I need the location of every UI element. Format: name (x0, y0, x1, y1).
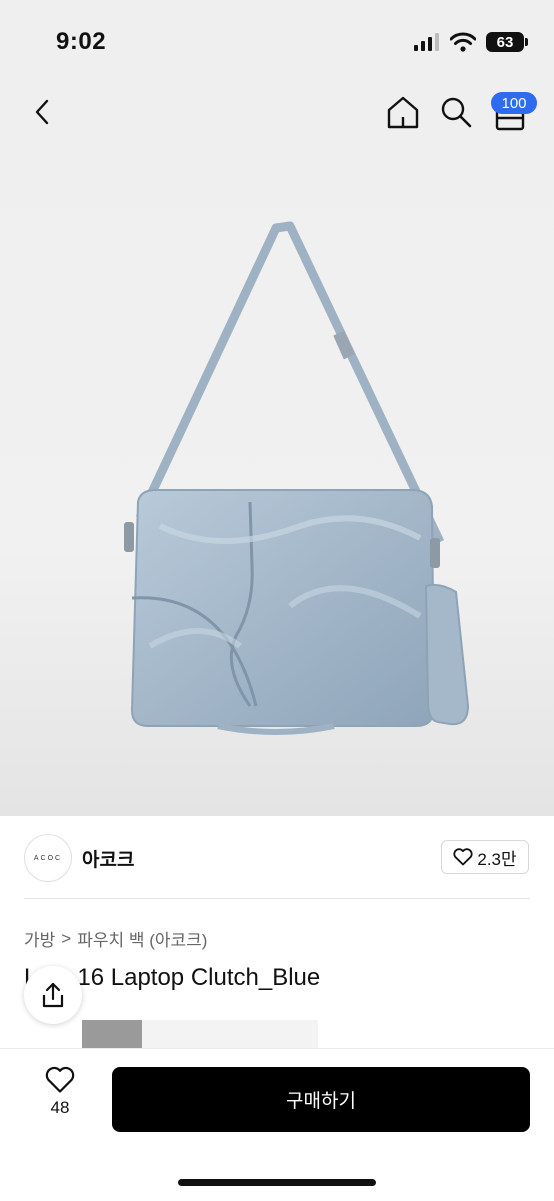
laptop-bag-image (124, 221, 470, 735)
shop-like-count: 2.3만 (477, 849, 517, 869)
share-button[interactable] (24, 966, 82, 1024)
search-icon (441, 97, 472, 128)
heart-icon (45, 1066, 75, 1093)
breadcrumb-category[interactable]: 가방 (24, 926, 55, 951)
back-button[interactable] (24, 92, 60, 132)
cart-count-badge: 100 (491, 92, 537, 114)
shop-like-button[interactable]: 2.3만 (441, 840, 529, 874)
shop-name[interactable]: 아코크 (82, 845, 134, 872)
signal-icon (414, 33, 439, 51)
heart-icon (453, 848, 473, 866)
divider (24, 898, 530, 899)
status-bar: 9:02 63 (0, 0, 554, 86)
status-icons: 63 (414, 32, 528, 52)
thumbnail[interactable] (82, 1020, 142, 1048)
search-button[interactable] (437, 93, 475, 131)
breadcrumb-separator: > (61, 928, 72, 948)
shop-logo[interactable]: ACOC (24, 834, 72, 882)
breadcrumb: 가방 > 파우치 백 (아코크) (24, 926, 207, 951)
wifi-icon (450, 32, 476, 52)
home-icon (387, 96, 419, 129)
breadcrumb-subcategory[interactable]: 파우치 백 (아코크) (77, 926, 207, 951)
home-button[interactable] (384, 93, 422, 131)
buy-button[interactable]: 구매하기 (112, 1067, 530, 1132)
wishlist-button[interactable]: 48 (30, 1066, 90, 1130)
wishlist-count: 48 (50, 1098, 70, 1117)
chevron-left-icon (35, 99, 49, 125)
share-icon (42, 982, 64, 1008)
product-image[interactable] (0, 146, 554, 816)
home-indicator (178, 1179, 376, 1186)
status-time: 9:02 (56, 28, 107, 55)
shop-row: ACOC 아코크 2.3만 (0, 816, 554, 900)
battery-icon: 63 (486, 32, 528, 52)
